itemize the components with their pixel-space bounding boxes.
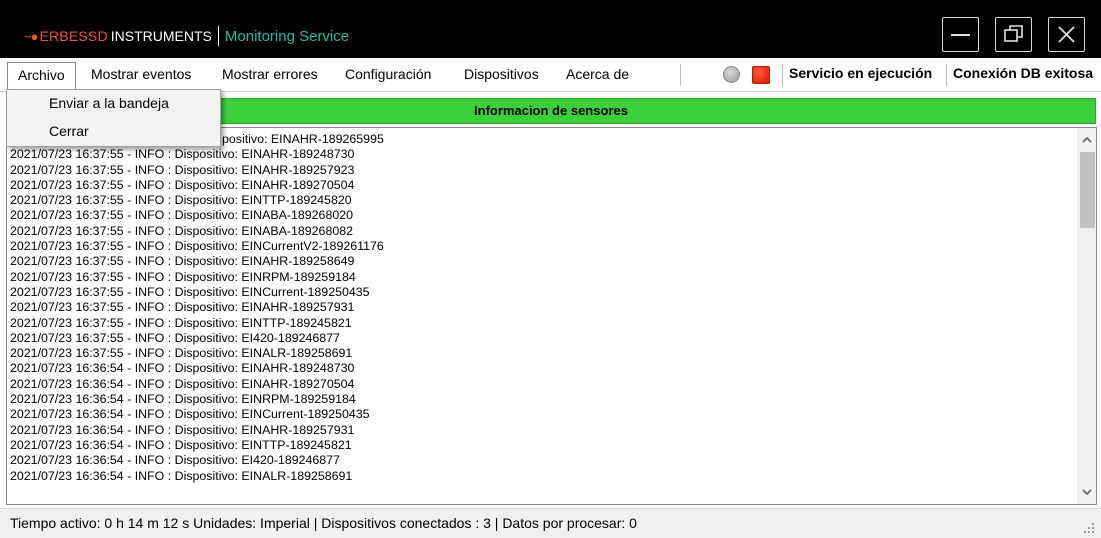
menu-acerca-de[interactable]: Acerca de	[556, 62, 639, 88]
scroll-up-icon[interactable]	[1077, 132, 1097, 148]
logo-separator	[217, 26, 219, 46]
log-line: 2021/07/23 16:37:55 - INFO : Dispositivo…	[10, 147, 355, 162]
log-line: 2021/07/23 16:36:54 - INFO : Dispositivo…	[10, 422, 355, 437]
scroll-thumb[interactable]	[1080, 152, 1095, 228]
menu-archivo[interactable]: Archivo	[7, 62, 76, 90]
log-line: 2021/07/23 16:37:55 - INFO : Dispositivo…	[10, 330, 340, 345]
log-line: 2021/07/23 16:36:54 - INFO : Dispositivo…	[10, 453, 340, 468]
minimize-icon	[951, 34, 970, 36]
log-line: 2021/07/23 16:36:54 - INFO : Dispositivo…	[10, 376, 355, 391]
menu-configuracion[interactable]: Configuración	[335, 62, 441, 88]
log-line: 2021/07/23 16:36:54 - INFO : Dispositivo…	[10, 437, 352, 452]
restore-icon	[1004, 25, 1023, 42]
logo-brand-suffix: INSTRUMENTS	[110, 28, 212, 44]
log-line: 2021/07/23 16:36:54 - INFO : Dispositivo…	[10, 361, 355, 376]
app-service-name: Monitoring Service	[224, 27, 350, 45]
logo-brand: ERBESSD	[39, 28, 108, 44]
minimize-button[interactable]	[942, 17, 979, 52]
log-line: 2021/07/23 16:36:54 - INFO : Dispositivo…	[10, 407, 370, 422]
resize-grip-icon[interactable]	[1083, 522, 1095, 534]
log-line: 2021/07/23 16:37:55 - INFO : Dispositivo…	[10, 177, 355, 192]
log-line: 2021/07/23 16:37:55 - INFO : Dispositivo…	[10, 223, 354, 238]
log-scrollbar[interactable]	[1077, 128, 1097, 504]
log-line: 2021/07/23 16:36:54 - INFO : Dispositivo…	[10, 392, 356, 407]
logo-mark-icon: ~●	[24, 28, 38, 44]
menu-mostrar-eventos[interactable]: Mostrar eventos	[81, 62, 201, 88]
status-separator	[946, 64, 947, 86]
status-bar: Tiempo activo: 0 h 14 m 12 s Unidades: I…	[0, 508, 1101, 538]
menu-separator	[680, 64, 681, 86]
gray-status-led-icon	[723, 66, 740, 83]
menu-enviar-a-la-bandeja[interactable]: Enviar a la bandeja	[49, 95, 169, 111]
menu-bar: Archivo Mostrar eventos Mostrar errores …	[0, 58, 1101, 92]
archivo-dropdown-menu: Enviar a la bandeja Cerrar	[6, 89, 221, 147]
close-button[interactable]	[1048, 17, 1085, 52]
menu-cerrar[interactable]: Cerrar	[49, 123, 89, 139]
title-bar: ~● ERBESSD INSTRUMENTS Monitoring Servic…	[0, 0, 1101, 58]
menu-mostrar-errores[interactable]: Mostrar errores	[212, 62, 328, 88]
log-line: 2021/07/23 16:37:55 - INFO : Dispositivo…	[10, 208, 354, 223]
status-separator	[782, 64, 783, 86]
status-bar-text: Tiempo activo: 0 h 14 m 12 s Unidades: I…	[10, 515, 637, 531]
menu-dispositivos[interactable]: Dispositivos	[454, 62, 549, 88]
log-line: 2021/07/23 16:37:55 - INFO : Dispositivo…	[10, 315, 352, 330]
db-connection-status: Conexión DB exitosa	[953, 65, 1094, 81]
log-line: 2021/07/23 16:37:55 - INFO : Dispositivo…	[10, 300, 355, 315]
scroll-down-icon[interactable]	[1077, 484, 1097, 500]
log-line: 2021/07/23 16:37:55 - INFO : Dispositivo…	[10, 254, 355, 269]
log-line: 2021/07/23 16:36:54 - INFO : Dispositivo…	[10, 468, 353, 483]
log-line: 2021/07/23 16:37:55 - INFO : Dispositivo…	[10, 269, 356, 284]
log-line: 2021/07/23 16:37:55 - INFO : Dispositivo…	[10, 239, 384, 254]
log-panel[interactable]: positivo: EINAHR-189265995 2021/07/23 16…	[6, 127, 1097, 505]
log-line: 2021/07/23 16:37:55 - INFO : Dispositivo…	[10, 193, 352, 208]
log-lines: positivo: EINAHR-189265995 2021/07/23 16…	[10, 132, 1075, 484]
log-line: 2021/07/23 16:37:55 - INFO : Dispositivo…	[10, 284, 370, 299]
log-line: 2021/07/23 16:37:55 - INFO : Dispositivo…	[10, 162, 355, 177]
red-status-led-icon	[752, 66, 770, 84]
close-icon	[1058, 26, 1075, 43]
service-status: Servicio en ejecución	[789, 65, 933, 81]
restore-button[interactable]	[995, 17, 1032, 52]
log-line: 2021/07/23 16:37:55 - INFO : Dispositivo…	[10, 346, 353, 361]
app-logo: ~● ERBESSD INSTRUMENTS Monitoring Servic…	[24, 26, 349, 46]
